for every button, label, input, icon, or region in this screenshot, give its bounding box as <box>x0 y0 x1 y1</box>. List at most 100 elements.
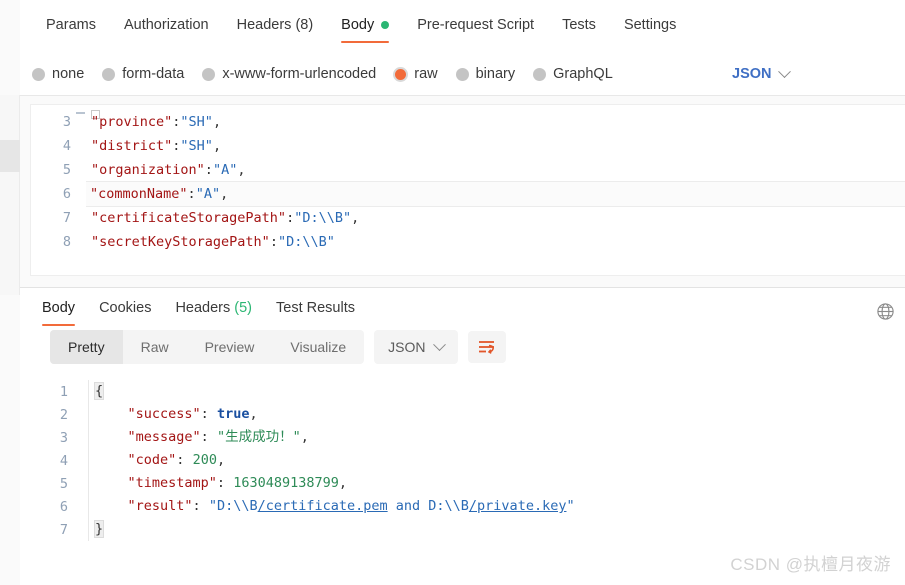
request-code-line: 3 "province":"SH", <box>31 110 905 134</box>
response-tab-label: Body <box>42 300 76 316</box>
line-number: 3 <box>62 114 71 130</box>
left-rail-active-block[interactable] <box>0 140 20 172</box>
body-type-label: binary <box>475 66 516 82</box>
request-tab-headers-8[interactable]: Headers (8) <box>223 11 328 45</box>
response-tab-test-results[interactable]: Test Results <box>264 294 367 328</box>
response-body-code[interactable]: 1{ 2 "success": true, 3 "message": "生成成功！"… <box>20 380 905 541</box>
chevron-down-icon <box>432 337 446 351</box>
view-mode-pretty[interactable]: Pretty <box>50 330 123 364</box>
request-tab-tests[interactable]: Tests <box>548 11 610 45</box>
code-token: "A" <box>212 162 238 178</box>
response-tab-label: Test Results <box>276 300 355 316</box>
response-tab-count: (5) <box>230 300 253 316</box>
code-text: "success": true, <box>88 403 905 426</box>
request-code-line: 7 "certificateStoragePath":"D:\\B", <box>31 206 905 230</box>
code-token: "code" <box>127 452 177 468</box>
request-format-select[interactable]: JSON <box>732 58 791 90</box>
response-tab-bar: Body Cookies Headers (5) Test Results <box>30 294 367 328</box>
code-token: , <box>212 114 222 130</box>
request-format-label: JSON <box>732 66 772 82</box>
response-format-select[interactable]: JSON <box>374 330 458 364</box>
wrap-lines-button[interactable] <box>467 331 506 363</box>
response-tab-label: Headers <box>175 300 231 316</box>
code-token: { <box>93 382 105 400</box>
request-tab-label: Tests <box>562 17 596 33</box>
green-dot-icon <box>381 21 390 29</box>
code-token: : <box>192 498 209 514</box>
request-tab-authorization[interactable]: Authorization <box>110 11 223 45</box>
code-text: "province":"SH", <box>87 110 905 134</box>
radio-unselected-icon <box>102 67 116 81</box>
code-text: "district":"SH", <box>87 134 905 158</box>
request-tab-body[interactable]: Body <box>327 11 403 45</box>
code-token: "countryCode" <box>115 105 221 106</box>
view-mode-preview[interactable]: Preview <box>187 330 273 364</box>
response-tab-body[interactable]: Body <box>30 294 87 328</box>
body-type-none[interactable]: none <box>32 66 84 82</box>
code-token: "SH" <box>180 138 213 154</box>
code-token: "secretKeyStoragePath" <box>91 234 270 250</box>
body-type-label: raw <box>414 66 438 82</box>
request-tab-label: Settings <box>623 17 677 33</box>
code-token: : <box>216 475 234 491</box>
code-token: : <box>176 452 193 468</box>
code-token: : <box>200 429 217 445</box>
body-type-graphql[interactable]: GraphQL <box>533 66 613 82</box>
line-number: 6 <box>59 498 68 515</box>
line-number: 7 <box>59 521 68 538</box>
code-text: } <box>88 518 905 541</box>
code-text: "secretKeyStoragePath":"D:\\B" <box>87 230 905 254</box>
request-body-editor[interactable]: 2···"countryCode"·:"CN",3"province":"SH"… <box>30 104 905 276</box>
body-type-label: form-data <box>122 66 185 82</box>
line-number: 3 <box>59 429 68 446</box>
response-tab-cookies[interactable]: Cookies <box>87 294 163 328</box>
response-tab-label: Cookies <box>99 300 152 316</box>
code-text: "organization":"A", <box>87 158 905 182</box>
code-token: and D:\\B <box>387 498 469 514</box>
code-token: } <box>93 520 105 538</box>
line-number: 5 <box>59 475 68 492</box>
body-type-x-www-form-urlencoded[interactable]: x-www-form-urlencoded <box>202 66 376 82</box>
line-number: 7 <box>62 210 71 226</box>
body-type-binary[interactable]: binary <box>455 66 516 82</box>
code-token: 1630489138799 <box>233 475 339 491</box>
request-tab-label: Authorization <box>123 17 209 33</box>
watermark: CSDN @执檀月夜游 <box>730 555 891 574</box>
code-token: "A" <box>195 186 221 202</box>
request-tab-params[interactable]: Params <box>32 11 110 45</box>
response-code-line: 7} <box>20 518 905 541</box>
code-token: " <box>566 498 575 514</box>
request-code-line: 6 "commonName":"A", <box>31 181 905 207</box>
code-token: "message" <box>127 429 201 445</box>
view-mode-raw[interactable]: Raw <box>123 330 187 364</box>
response-code-line: 1{ <box>20 380 905 403</box>
code-token: , <box>216 452 226 468</box>
request-tab-pre-request-script[interactable]: Pre-request Script <box>403 11 548 45</box>
line-number: 2 <box>59 406 68 423</box>
code-token: "certificateStoragePath" <box>91 210 287 226</box>
code-text: "commonName":"A", <box>86 181 905 207</box>
code-token: , <box>237 162 246 178</box>
body-type-raw[interactable]: raw <box>394 66 438 82</box>
view-mode-visualize[interactable]: Visualize <box>272 330 364 364</box>
response-tab-headers[interactable]: Headers (5) <box>163 294 264 328</box>
response-code-line: 3 "message": "生成成功！", <box>20 426 905 449</box>
code-text: "code": 200, <box>88 449 905 472</box>
response-format-label: JSON <box>388 339 426 355</box>
body-type-form-data[interactable]: form-data <box>102 66 184 82</box>
code-token: : <box>200 406 217 422</box>
request-tab-bar: Params Authorization Headers (8) Body Pre-re… <box>20 8 690 48</box>
code-token: "result" <box>127 498 193 514</box>
body-type-radio-group: none form-data x-www-form-urlencoded raw bin… <box>32 58 631 90</box>
globe-icon[interactable] <box>876 302 895 321</box>
request-tab-settings[interactable]: Settings <box>610 11 690 45</box>
radio-unselected-icon <box>455 67 469 81</box>
wrap-lines-icon <box>478 341 494 354</box>
chevron-down-icon <box>777 64 791 78</box>
request-tab-label: Pre-request Script <box>417 17 535 33</box>
line-number: 4 <box>62 138 71 154</box>
code-token: : <box>269 234 278 250</box>
